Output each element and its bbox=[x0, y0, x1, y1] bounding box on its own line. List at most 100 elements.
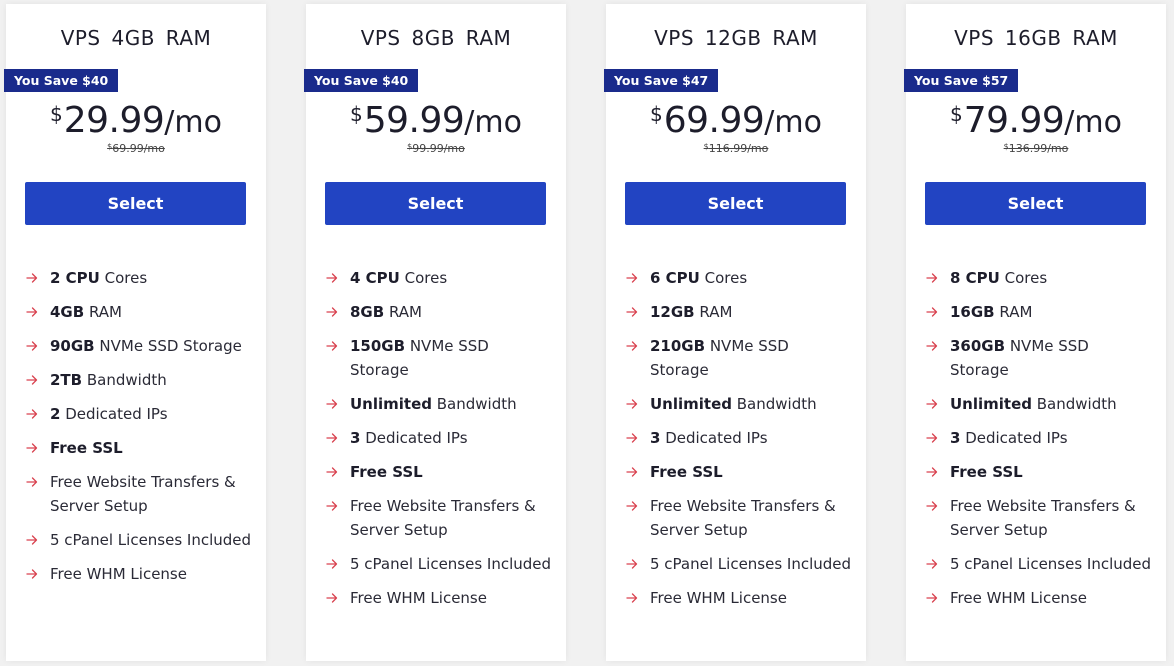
arrow-right-icon bbox=[326, 494, 342, 518]
arrow-right-icon bbox=[926, 460, 942, 484]
feature-item: 3 Dedicated IPs bbox=[606, 426, 866, 450]
price-currency: $ bbox=[650, 102, 663, 126]
feature-item: 4 CPU Cores bbox=[306, 266, 566, 290]
feature-highlight: Free SSL bbox=[950, 463, 1023, 481]
price-period: /mo bbox=[464, 105, 522, 140]
feature-item: 4GB RAM bbox=[6, 300, 266, 324]
feature-text: 5 cPanel Licenses Included bbox=[350, 555, 552, 573]
arrow-right-icon bbox=[926, 300, 942, 324]
feature-text: RAM bbox=[994, 303, 1033, 321]
arrow-right-icon bbox=[26, 334, 42, 358]
feature-highlight: 8 CPU bbox=[950, 269, 1000, 287]
arrow-right-icon bbox=[26, 368, 42, 392]
arrow-right-icon bbox=[626, 552, 642, 576]
price-period: /mo bbox=[764, 105, 822, 140]
feature-item: Free WHM License bbox=[306, 586, 566, 610]
feature-text: Cores bbox=[699, 269, 748, 287]
feature-item: Unlimited Bandwidth bbox=[906, 392, 1166, 416]
select-button[interactable]: Select bbox=[325, 182, 546, 225]
price: $59.99/mo bbox=[306, 100, 566, 141]
feature-item: Free Website Transfers & Server Setup bbox=[906, 494, 1166, 542]
arrow-right-icon bbox=[926, 552, 942, 576]
feature-text: Dedicated IPs bbox=[960, 429, 1068, 447]
plan-card-3: VPS 12GB RAM You Save $47 $69.99/mo $116… bbox=[604, 4, 866, 661]
save-badge: You Save $57 bbox=[904, 69, 1019, 92]
arrow-right-icon bbox=[626, 266, 642, 290]
arrow-right-icon bbox=[626, 586, 642, 610]
plan-card-1: VPS 4GB RAM You Save $40 $29.99/mo $69.9… bbox=[4, 4, 266, 661]
feature-item: Free Website Transfers & Server Setup bbox=[6, 470, 266, 518]
feature-text: 5 cPanel Licenses Included bbox=[50, 531, 252, 549]
feature-item: 8 CPU Cores bbox=[906, 266, 1166, 290]
feature-highlight: 360GB bbox=[950, 337, 1006, 355]
feature-item: 2 CPU Cores bbox=[6, 266, 266, 290]
feature-item: Free SSL bbox=[6, 436, 266, 460]
select-button[interactable]: Select bbox=[625, 182, 846, 225]
original-price-amount: 136.99/mo bbox=[1008, 142, 1069, 155]
feature-item: Free Website Transfers & Server Setup bbox=[606, 494, 866, 542]
feature-text: Free WHM License bbox=[650, 589, 787, 607]
feature-text: Dedicated IPs bbox=[360, 429, 468, 447]
feature-item: Free WHM License bbox=[606, 586, 866, 610]
arrow-right-icon bbox=[326, 586, 342, 610]
feature-list: 8 CPU Cores 16GB RAM 360GB NVMe SSD Storag… bbox=[906, 266, 1166, 620]
arrow-right-icon bbox=[326, 334, 342, 358]
feature-highlight: Unlimited bbox=[650, 395, 732, 413]
feature-text: Dedicated IPs bbox=[660, 429, 768, 447]
arrow-right-icon bbox=[926, 266, 942, 290]
price-amount: 29.99 bbox=[63, 100, 165, 141]
plan-title: VPS 12GB RAM bbox=[654, 26, 818, 50]
feature-item: 16GB RAM bbox=[906, 300, 1166, 324]
price-period: /mo bbox=[1064, 105, 1122, 140]
original-price: $69.99/mo bbox=[6, 142, 266, 155]
arrow-right-icon bbox=[26, 300, 42, 324]
price-currency: $ bbox=[50, 102, 63, 126]
price-period: /mo bbox=[164, 105, 222, 140]
feature-item: Unlimited Bandwidth bbox=[606, 392, 866, 416]
arrow-right-icon bbox=[926, 334, 942, 358]
feature-item: 6 CPU Cores bbox=[606, 266, 866, 290]
feature-text: Cores bbox=[399, 269, 448, 287]
arrow-right-icon bbox=[26, 266, 42, 290]
price-amount: 79.99 bbox=[963, 100, 1065, 141]
save-badge: You Save $40 bbox=[304, 69, 419, 92]
feature-highlight: 4GB bbox=[50, 303, 85, 321]
feature-text: NVMe SSD Storage bbox=[94, 337, 242, 355]
feature-text: RAM bbox=[84, 303, 122, 321]
feature-highlight: 150GB bbox=[350, 337, 406, 355]
feature-item: 2TB Bandwidth bbox=[6, 368, 266, 392]
feature-item: Free WHM License bbox=[906, 586, 1166, 610]
feature-highlight: Free SSL bbox=[350, 463, 423, 481]
arrow-right-icon bbox=[626, 334, 642, 358]
select-button[interactable]: Select bbox=[925, 182, 1146, 225]
feature-item: 3 Dedicated IPs bbox=[906, 426, 1166, 450]
arrow-right-icon bbox=[926, 494, 942, 518]
arrow-right-icon bbox=[326, 426, 342, 450]
arrow-right-icon bbox=[26, 402, 42, 426]
feature-item: Free SSL bbox=[906, 460, 1166, 484]
feature-item: Free Website Transfers & Server Setup bbox=[306, 494, 566, 542]
plan-title: VPS 4GB RAM bbox=[60, 26, 212, 50]
feature-highlight: 8GB bbox=[350, 303, 385, 321]
feature-text: Free Website Transfers & Server Setup bbox=[950, 497, 1141, 539]
plan-card-2: VPS 8GB RAM You Save $40 $59.99/mo $99.9… bbox=[304, 4, 566, 661]
feature-text: Bandwidth bbox=[82, 371, 167, 389]
plan-card-4: VPS 16GB RAM You Save $57 $79.99/mo $136… bbox=[904, 4, 1166, 661]
arrow-right-icon bbox=[326, 266, 342, 290]
feature-item: 5 cPanel Licenses Included bbox=[6, 528, 266, 552]
price-currency: $ bbox=[950, 102, 963, 126]
original-price-amount: 99.99/mo bbox=[412, 142, 465, 155]
select-button[interactable]: Select bbox=[25, 182, 246, 225]
arrow-right-icon bbox=[26, 562, 42, 586]
feature-list: 4 CPU Cores 8GB RAM 150GB NVMe SSD Storage… bbox=[306, 266, 566, 620]
price: $79.99/mo bbox=[906, 100, 1166, 141]
arrow-right-icon bbox=[26, 436, 42, 460]
arrow-right-icon bbox=[326, 300, 342, 324]
feature-item: 5 cPanel Licenses Included bbox=[306, 552, 566, 576]
original-price: $99.99/mo bbox=[306, 142, 566, 155]
feature-text: RAM bbox=[694, 303, 733, 321]
feature-text: Bandwidth bbox=[432, 395, 517, 413]
plan-title: VPS 8GB RAM bbox=[360, 26, 512, 50]
arrow-right-icon bbox=[626, 392, 642, 416]
save-badge: You Save $47 bbox=[604, 69, 719, 92]
